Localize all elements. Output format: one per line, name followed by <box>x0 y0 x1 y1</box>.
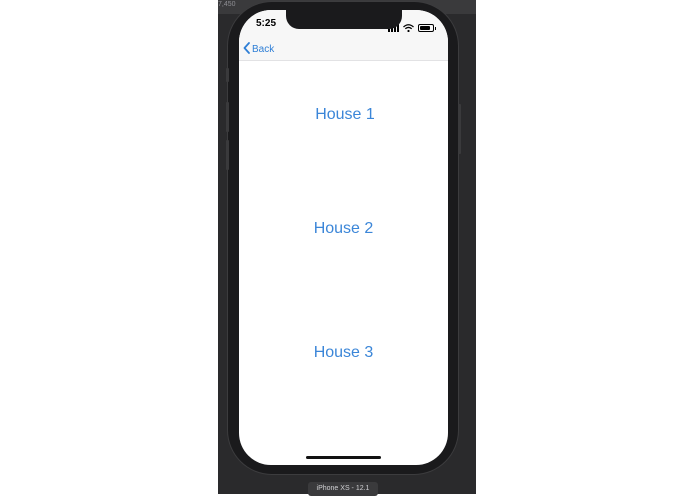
battery-icon <box>418 24 436 32</box>
home-indicator[interactable] <box>306 456 381 459</box>
house-3-button[interactable]: House 3 <box>239 344 448 362</box>
volume-down-button <box>226 140 229 170</box>
volume-up-button <box>226 102 229 132</box>
battery-fill <box>420 26 431 30</box>
status-time: 5:25 <box>256 18 277 29</box>
side-button <box>458 104 461 154</box>
device-notch <box>286 10 402 29</box>
house-1-button[interactable]: House 1 <box>239 106 448 124</box>
wifi-icon <box>403 19 414 37</box>
simulator-toolbar-text: 7,450 <box>218 1 236 8</box>
device-screen: 5:25 Back House 1 House 2 House 3 <box>239 10 448 465</box>
navigation-bar: Back <box>239 40 448 61</box>
back-button[interactable]: Back <box>243 42 274 57</box>
chevron-left-icon <box>243 42 250 57</box>
mute-switch <box>226 68 229 82</box>
house-2-button[interactable]: House 2 <box>239 220 448 238</box>
back-label: Back <box>252 44 275 55</box>
